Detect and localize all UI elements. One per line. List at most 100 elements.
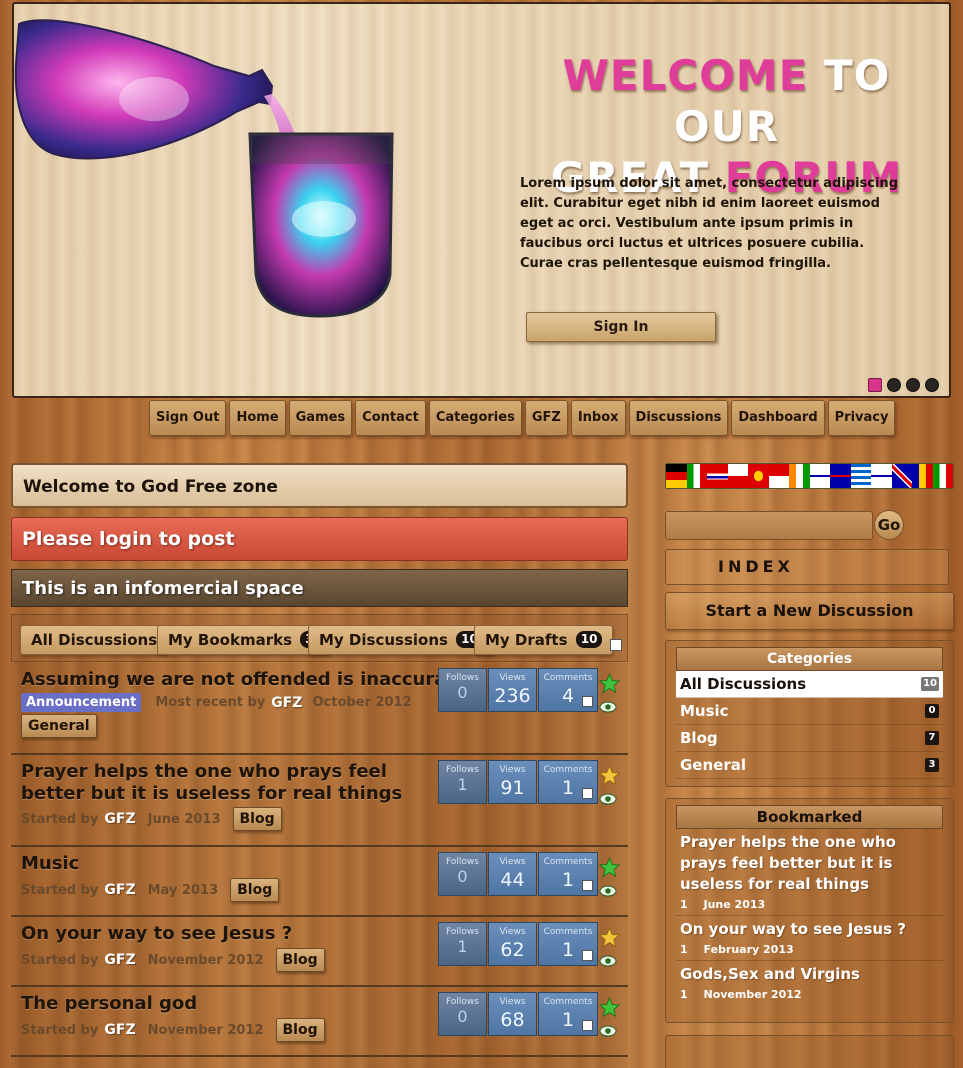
nav-games[interactable]: Games	[288, 400, 353, 436]
tab-my-drafts[interactable]: My Drafts 10	[474, 625, 614, 655]
author-link[interactable]: GFZ	[104, 952, 135, 968]
discussion-meta: Started by GFZ June 2013 Blog	[21, 807, 282, 831]
category-label: General	[680, 756, 746, 774]
discussion-checkbox[interactable]	[582, 880, 593, 891]
category-item-all-discussions[interactable]: All Discussions 10	[676, 671, 943, 698]
category-tag[interactable]: Blog	[230, 878, 280, 902]
flag-uk-icon[interactable]	[891, 464, 912, 488]
author-link[interactable]: GFZ	[104, 1022, 135, 1038]
nav-sign-out[interactable]: Sign Out	[149, 400, 227, 436]
discussion-checkbox[interactable]	[582, 1020, 593, 1031]
discussion-row[interactable]: Music Started by GFZ May 2013 Blog Follo…	[11, 847, 628, 917]
author-link[interactable]: GFZ	[271, 695, 302, 711]
nav-discussions[interactable]: Discussions	[628, 400, 729, 436]
login-notice[interactable]: Please login to post	[11, 517, 628, 561]
discussion-checkbox[interactable]	[582, 950, 593, 961]
discussion-title[interactable]: Assuming we are not offended is inaccura…	[21, 669, 467, 691]
tab-count-badge: 10	[575, 631, 603, 648]
bookmark-title[interactable]: Gods,Sex and Virgins	[680, 964, 939, 985]
slider-dot-2[interactable]	[887, 378, 901, 392]
nav-inbox[interactable]: Inbox	[570, 400, 626, 436]
flag-ro-icon[interactable]	[912, 464, 933, 488]
slider-dot-4[interactable]	[925, 378, 939, 392]
tab-my-bookmarks[interactable]: My Bookmarks 3	[157, 625, 330, 655]
discussion-list: Assuming we are not offended is inaccura…	[11, 663, 628, 1068]
slider-dot-3[interactable]	[906, 378, 920, 392]
discussion-checkbox[interactable]	[582, 696, 593, 707]
category-tag[interactable]: Blog	[275, 1018, 325, 1042]
flag-gr-icon[interactable]	[850, 464, 871, 488]
eye-icon[interactable]	[599, 701, 617, 713]
bookmark-item[interactable]: Prayer helps the one who prays feel bett…	[676, 829, 943, 916]
search-go-button[interactable]: Go	[874, 510, 904, 540]
stat-label: Views	[499, 673, 526, 683]
nav-home[interactable]: Home	[229, 400, 286, 436]
category-count: 10	[921, 677, 939, 691]
flag-pl-icon[interactable]	[727, 464, 748, 488]
tab-my-discussions[interactable]: My Discussions 10	[308, 625, 494, 655]
nav-categories[interactable]: Categories	[428, 400, 522, 436]
category-tag[interactable]: Blog	[275, 948, 325, 972]
flag-mk-icon[interactable]	[748, 464, 769, 488]
index-link[interactable]: INDEX	[665, 549, 949, 585]
nav-gfz[interactable]: GFZ	[524, 400, 568, 436]
search-input[interactable]	[665, 511, 873, 540]
discussion-title[interactable]: Prayer helps the one who prays feel bett…	[21, 761, 431, 805]
category-tag[interactable]: General	[21, 714, 97, 738]
discussion-title[interactable]: On your way to see Jesus ?	[21, 923, 292, 945]
flag-is-icon[interactable]	[830, 464, 851, 488]
bookmark-title[interactable]: On your way to see Jesus ?	[680, 919, 939, 940]
hero-description: Lorem ipsum dolor sit amet, consectetur …	[520, 176, 898, 271]
discussion-title[interactable]: The personal god	[21, 993, 197, 1015]
category-tag[interactable]: Blog	[232, 807, 282, 831]
select-all-checkbox[interactable]	[610, 639, 622, 651]
discussion-row[interactable]: Assuming we are not offended is inaccura…	[11, 663, 628, 755]
stat-value: 0	[457, 683, 468, 702]
flag-it-icon[interactable]	[686, 464, 707, 488]
discussion-row-partial	[11, 1057, 628, 1068]
sign-in-button[interactable]: Sign In	[526, 312, 716, 342]
bookmark-star-icon[interactable]	[599, 927, 620, 948]
category-item-blog[interactable]: Blog 7	[676, 725, 943, 752]
discussion-checkbox[interactable]	[582, 788, 593, 799]
nav-privacy[interactable]: Privacy	[827, 400, 896, 436]
discussion-meta: Started by GFZ May 2013 Blog	[21, 878, 280, 902]
flag-no-icon[interactable]	[707, 464, 728, 488]
flag-fi-icon[interactable]	[809, 464, 830, 488]
bookmark-star-icon[interactable]	[599, 857, 620, 878]
nav-contact[interactable]: Contact	[355, 400, 426, 436]
bookmark-title[interactable]: Prayer helps the one who prays feel bett…	[680, 832, 939, 895]
author-link[interactable]: GFZ	[104, 882, 135, 898]
discussion-stats: Follows 0 Views 236 Comments 4	[438, 668, 598, 712]
bookmark-item[interactable]: Gods,Sex and Virgins 1 November 2012	[676, 961, 943, 1005]
discussion-row[interactable]: The personal god Started by GFZ November…	[11, 987, 628, 1057]
start-new-discussion-button[interactable]: Start a New Discussion	[665, 592, 954, 630]
eye-icon[interactable]	[599, 1025, 617, 1037]
flag-de-icon[interactable]	[666, 464, 687, 488]
bookmark-star-icon[interactable]	[599, 673, 620, 694]
flag-mx-icon[interactable]	[932, 464, 953, 488]
category-item-general[interactable]: General 3	[676, 752, 943, 779]
slider-dot-1[interactable]	[868, 378, 882, 392]
flag-ie-icon[interactable]	[789, 464, 810, 488]
flag-id-icon[interactable]	[768, 464, 789, 488]
category-count: 3	[925, 758, 939, 772]
bookmark-item[interactable]: On your way to see Jesus ? 1 February 20…	[676, 916, 943, 961]
flag-fi-2-icon[interactable]	[871, 464, 892, 488]
discussion-row[interactable]: On your way to see Jesus ? Started by GF…	[11, 917, 628, 987]
tab-all-discussions[interactable]: All Discussions	[20, 625, 169, 655]
category-item-music[interactable]: Music 0	[676, 698, 943, 725]
eye-icon[interactable]	[599, 885, 617, 897]
eye-icon[interactable]	[599, 955, 617, 967]
discussion-stats: Follows 1 Views 91 Comments 1	[438, 760, 598, 804]
author-link[interactable]: GFZ	[104, 811, 135, 827]
discussion-row[interactable]: Prayer helps the one who prays feel bett…	[11, 755, 628, 847]
stat-value: 236	[494, 685, 531, 707]
bookmark-star-icon[interactable]	[599, 765, 620, 786]
discussion-category-row: General	[21, 714, 97, 738]
discussion-title[interactable]: Music	[21, 853, 79, 875]
bookmark-star-icon[interactable]	[599, 997, 620, 1018]
slider-dots	[868, 378, 939, 392]
eye-icon[interactable]	[599, 793, 617, 805]
nav-dashboard[interactable]: Dashboard	[731, 400, 825, 436]
